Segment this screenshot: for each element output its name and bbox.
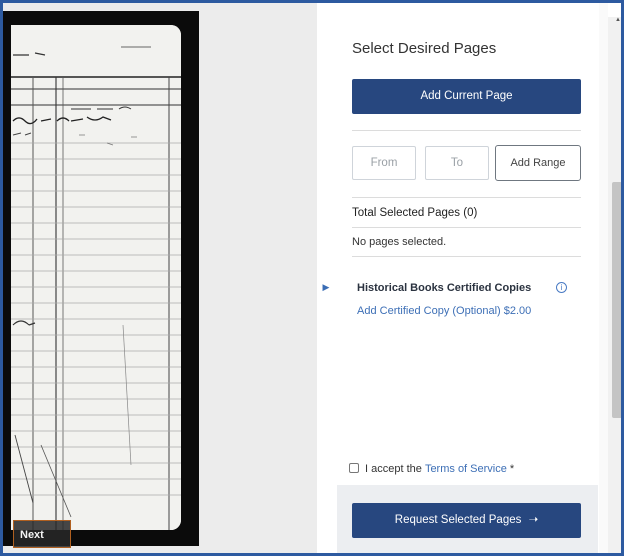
required-asterisk: *	[506, 463, 515, 475]
triangle-right-icon: ▶	[322, 282, 330, 292]
next-page-button[interactable]: Next	[13, 520, 71, 548]
to-page-input[interactable]: To	[425, 146, 489, 180]
ledger-scan	[11, 25, 181, 530]
panel-scrollbar[interactable]	[608, 17, 621, 553]
app-frame: Next ▶ Select Desired Pages Add Current …	[0, 0, 624, 556]
document-image-frame: Next	[3, 11, 199, 548]
document-viewer: Next	[3, 3, 317, 553]
info-icon[interactable]: i	[556, 282, 567, 293]
divider	[352, 227, 581, 228]
scrollbar-thumb[interactable]	[612, 182, 621, 418]
add-certified-copy-link[interactable]: Add Certified Copy (Optional) $2.00	[357, 305, 531, 317]
from-page-input[interactable]: From	[352, 146, 416, 180]
terms-of-service-link[interactable]: Terms of Service	[425, 463, 507, 475]
panel-right-gutter	[599, 3, 608, 553]
document-page-image	[11, 25, 181, 530]
arrow-right-icon: ➝	[528, 514, 539, 526]
add-range-button[interactable]: Add Range	[495, 145, 581, 181]
no-pages-message: No pages selected.	[352, 236, 447, 248]
divider	[352, 197, 581, 198]
terms-of-service-row: I accept the Terms of Service *	[349, 463, 514, 475]
add-current-page-button[interactable]: Add Current Page	[352, 79, 581, 114]
request-button-label: Request Selected Pages	[394, 514, 522, 526]
scroll-up-icon[interactable]: ▲	[615, 17, 621, 23]
terms-checkbox[interactable]	[349, 463, 359, 473]
panel-title: Select Desired Pages	[352, 40, 497, 57]
request-selected-pages-button[interactable]: Request Selected Pages ➝	[352, 503, 581, 538]
divider	[352, 130, 581, 131]
total-selected-pages-label: Total Selected Pages (0)	[352, 207, 478, 219]
collapse-panel-toggle[interactable]: ▶	[320, 281, 332, 293]
divider	[352, 256, 581, 257]
certified-copies-title: Historical Books Certified Copies	[357, 282, 532, 294]
tos-prefix-text: I accept the	[365, 463, 422, 475]
page-selection-panel: Select Desired Pages Add Current Page Fr…	[337, 3, 598, 553]
